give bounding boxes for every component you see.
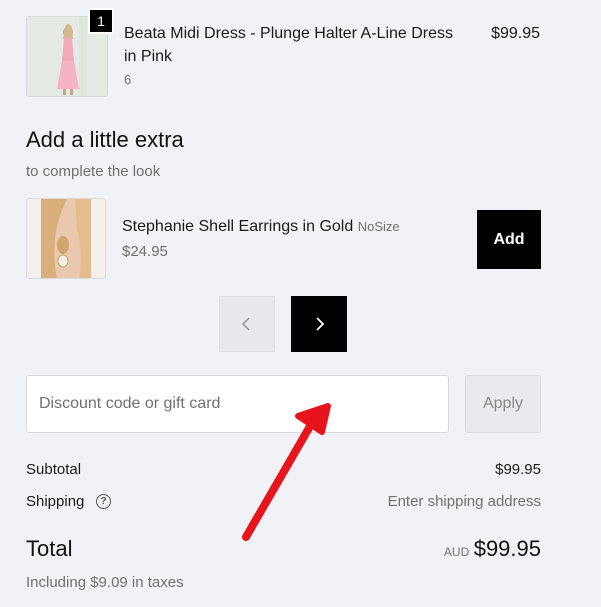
product-title-line1: Beata Midi Dress - Plunge Halter A-Line … (124, 25, 454, 42)
upsell-product-name: Stephanie Shell Earrings in Gold (122, 218, 354, 235)
chevron-right-icon (316, 317, 325, 331)
carousel-prev-button[interactable] (219, 296, 275, 352)
carousel-next-button[interactable] (291, 296, 347, 352)
product-title: Beata Midi Dress - Plunge Halter A-Line … (124, 22, 474, 68)
upsell-thumbnail[interactable] (26, 198, 106, 279)
upsell-subheading: to complete the look (26, 163, 161, 180)
upsell-size: NoSize (357, 219, 400, 234)
help-icon[interactable]: ? (96, 494, 111, 509)
currency-code: AUD (443, 545, 470, 559)
upsell-price: $24.95 (122, 243, 168, 260)
shipping-label: Shipping (26, 493, 85, 510)
product-price: $99.95 (491, 25, 540, 42)
earrings-photo-icon (27, 199, 105, 278)
total-value: $99.95 (473, 536, 541, 561)
upsell-heading: Add a little extra (26, 127, 184, 152)
add-upsell-button[interactable]: Add (477, 210, 541, 269)
product-variant: 6 (124, 72, 132, 87)
total-label: Total (26, 536, 73, 561)
arrow-shaft (242, 424, 313, 541)
subtotal-value: $99.95 (495, 461, 541, 478)
discount-code-input[interactable] (26, 375, 449, 433)
total-amount: AUD $99.95 (380, 536, 541, 562)
product-title-line2: in Pink (124, 48, 173, 65)
subtotal-label: Subtotal (26, 461, 82, 478)
shipping-value: Enter shipping address (387, 493, 541, 510)
apply-discount-button[interactable]: Apply (465, 375, 541, 433)
taxes-note: Including $9.09 in taxes (26, 574, 184, 591)
chevron-left-icon (241, 317, 250, 331)
quantity-badge: 1 (88, 8, 114, 34)
upsell-info: Stephanie Shell Earrings in Gold NoSize (122, 218, 452, 236)
